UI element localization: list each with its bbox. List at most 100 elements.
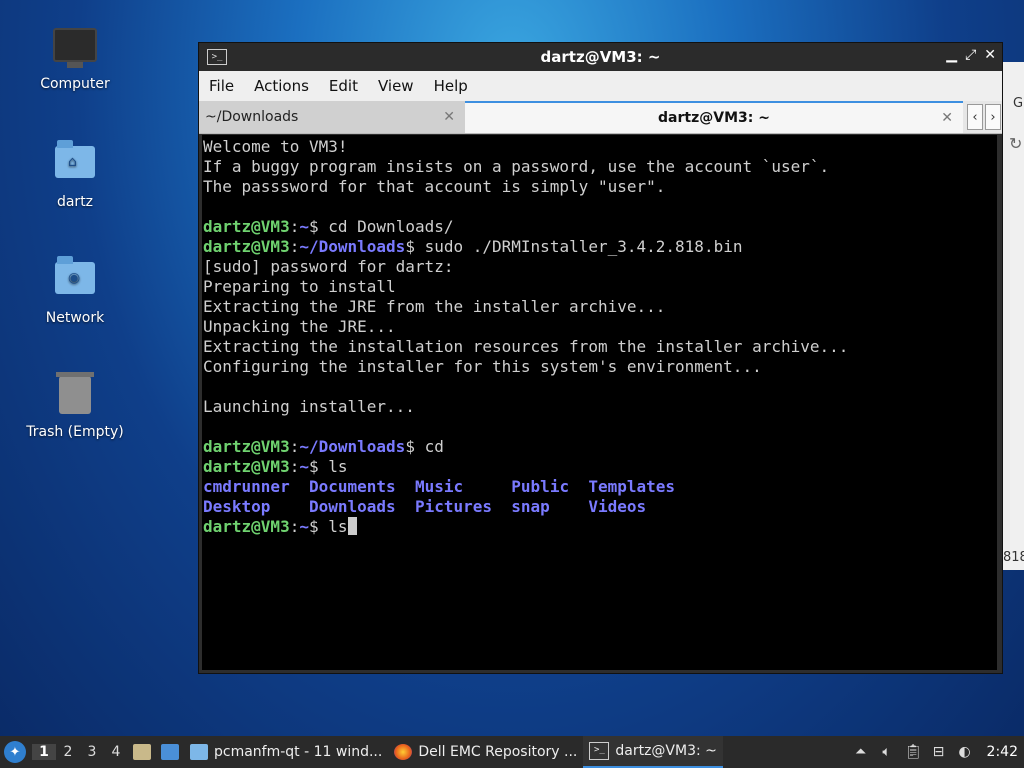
update-icon[interactable]: ⏶ — [853, 744, 869, 760]
prompt-path: ~/Downloads — [299, 437, 406, 456]
terminal-line: Welcome to VM3! — [203, 137, 996, 157]
command-text: ls — [318, 517, 348, 536]
computer-icon — [53, 28, 97, 72]
tab-scroll-right-icon[interactable]: › — [985, 104, 1001, 130]
file-manager-launcher-icon[interactable] — [133, 744, 151, 760]
output-text: Extracting the JRE from the installer ar… — [203, 297, 666, 316]
clock[interactable]: 2:42 — [987, 744, 1018, 760]
directory-entry: Public — [511, 477, 570, 496]
text-cursor — [347, 517, 357, 535]
notification-icon[interactable]: ◐ — [957, 744, 973, 760]
prompt-path: ~ — [299, 517, 309, 536]
output-text: The passsword for that account is simply… — [203, 177, 666, 196]
task-firefox[interactable]: Dell EMC Repository ... — [388, 736, 583, 768]
desktop-icon-label: Computer — [40, 76, 110, 92]
terminal-line: Configuring the installer for this syste… — [203, 357, 996, 377]
menu-file[interactable]: File — [199, 77, 244, 95]
terminal-window[interactable]: >_ dartz@VM3: ~ ▁ ⤢ ✕ File Actions Edit … — [198, 42, 1003, 674]
directory-entry: Pictures — [414, 497, 492, 516]
prompt-user: dartz@VM3 — [203, 457, 290, 476]
output-text: Launching installer... — [203, 397, 415, 416]
firefox-icon — [394, 744, 413, 760]
prompt-user: dartz@VM3 — [203, 217, 290, 236]
desktop-icon-label: Network — [45, 310, 105, 326]
directory-entry: Templates — [588, 477, 676, 496]
output-text: Preparing to install — [203, 277, 396, 296]
prompt-symbol: $ — [308, 217, 319, 236]
terminal-line: The passsword for that account is simply… — [203, 177, 996, 197]
prompt-separator: : — [289, 517, 300, 536]
terminal-line: Launching installer... — [203, 397, 996, 417]
desktop-icon-dartz[interactable]: ⌂ dartz — [20, 140, 130, 210]
menu-bar: File Actions Edit View Help — [199, 71, 1002, 101]
menu-help[interactable]: Help — [424, 77, 478, 95]
prompt-symbol: $ — [308, 457, 319, 476]
terminal-line: dartz@VM3:~/Downloads$ sudo ./DRMInstall… — [203, 237, 996, 257]
directory-entry: Documents — [308, 477, 396, 496]
maximize-icon[interactable]: ⤢ — [965, 47, 976, 63]
prompt-separator: : — [289, 457, 300, 476]
window-titlebar[interactable]: >_ dartz@VM3: ~ ▁ ⤢ ✕ — [199, 43, 1002, 71]
prompt-path: ~ — [299, 457, 309, 476]
output-text: [sudo] password for dartz: — [203, 257, 454, 276]
task-terminal[interactable]: >_ dartz@VM3: ~ — [583, 736, 723, 768]
system-tray: ⏶ 🔈︎ 📋︎ ⊟ ◐ 2:42 — [853, 744, 1024, 760]
workspace-4[interactable]: 4 — [104, 744, 128, 760]
workspace-3[interactable]: 3 — [80, 744, 104, 760]
tab-close-icon[interactable]: ✕ — [941, 110, 953, 126]
terminal-line: dartz@VM3:~$ cd Downloads/ — [203, 217, 996, 237]
start-menu-icon[interactable]: ✦ — [4, 741, 26, 763]
background-window-text: 818 — [1003, 550, 1024, 565]
background-browser-window[interactable]: G ↻ 818 — [1000, 62, 1024, 570]
background-window-text: G — [1013, 96, 1024, 111]
trash-icon — [53, 372, 97, 420]
task-label: pcmanfm-qt - 11 wind... — [214, 744, 383, 760]
command-text: ls — [318, 457, 348, 476]
desktop-icon-label: Trash (Empty) — [26, 424, 124, 440]
terminal-line: cmdrunner Documents Music Public Templat… — [203, 477, 996, 497]
desktop-icon-network[interactable]: ◉ Network — [20, 256, 130, 326]
terminal-output[interactable]: Welcome to VM3! If a buggy program insist… — [202, 135, 997, 670]
directory-entry: Music — [414, 477, 464, 496]
desktop-icon-label: dartz — [56, 194, 94, 210]
prompt-symbol: $ — [405, 437, 415, 456]
terminal-line: dartz@VM3:~$ ls — [203, 517, 996, 537]
directory-entry: cmdrunner — [203, 477, 290, 496]
minimize-icon[interactable]: ▁ — [946, 47, 957, 63]
workspace-2[interactable]: 2 — [56, 744, 80, 760]
terminal-line: Preparing to install — [203, 277, 996, 297]
task-pcmanfm[interactable]: pcmanfm-qt - 11 wind... — [184, 736, 388, 768]
desktop-icon-computer[interactable]: Computer — [20, 22, 130, 92]
directory-entry: Desktop — [203, 497, 271, 516]
terminal-icon: >_ — [589, 742, 610, 760]
tab-home[interactable]: dartz@VM3: ~ ✕ — [465, 101, 963, 133]
menu-edit[interactable]: Edit — [319, 77, 368, 95]
output-text: If a buggy program insists on a password… — [203, 157, 830, 176]
output-text: Configuring the installer for this syste… — [203, 357, 762, 376]
workspace-1[interactable]: 1 — [32, 744, 56, 760]
terminal-line: Extracting the installation resources fr… — [203, 337, 996, 357]
prompt-user: dartz@VM3 — [203, 517, 290, 536]
desktop-icon-trash[interactable]: Trash (Empty) — [20, 372, 130, 440]
terminal-line: Desktop Downloads Pictures snap Videos — [203, 497, 996, 517]
menu-view[interactable]: View — [368, 77, 424, 95]
home-folder-icon: ⌂ — [53, 140, 97, 190]
volume-icon[interactable]: 🔈︎ — [879, 744, 895, 760]
reload-icon: ↻ — [1009, 134, 1023, 153]
close-icon[interactable]: ✕ — [984, 47, 996, 63]
prompt-separator: : — [289, 437, 300, 456]
tab-close-icon[interactable]: ✕ — [443, 109, 455, 125]
taskbar: ✦ 1 2 3 4 pcmanfm-qt - 11 wind... Dell E… — [0, 736, 1024, 768]
command-text: sudo ./DRMInstaller_3.4.2.818.bin — [414, 237, 743, 256]
menu-actions[interactable]: Actions — [244, 77, 319, 95]
tab-downloads[interactable]: ~/Downloads ✕ — [199, 101, 465, 133]
show-desktop-icon[interactable] — [161, 744, 179, 760]
tab-scroll-left-icon[interactable]: ‹ — [967, 104, 983, 130]
network-icon[interactable]: ⊟ — [931, 744, 947, 760]
output-text: Unpacking the JRE... — [203, 317, 396, 336]
clipboard-icon[interactable]: 📋︎ — [905, 744, 923, 760]
terminal-line: If a buggy program insists on a password… — [203, 157, 996, 177]
directory-entry: Downloads — [308, 497, 396, 516]
prompt-user: dartz@VM3 — [203, 237, 290, 256]
